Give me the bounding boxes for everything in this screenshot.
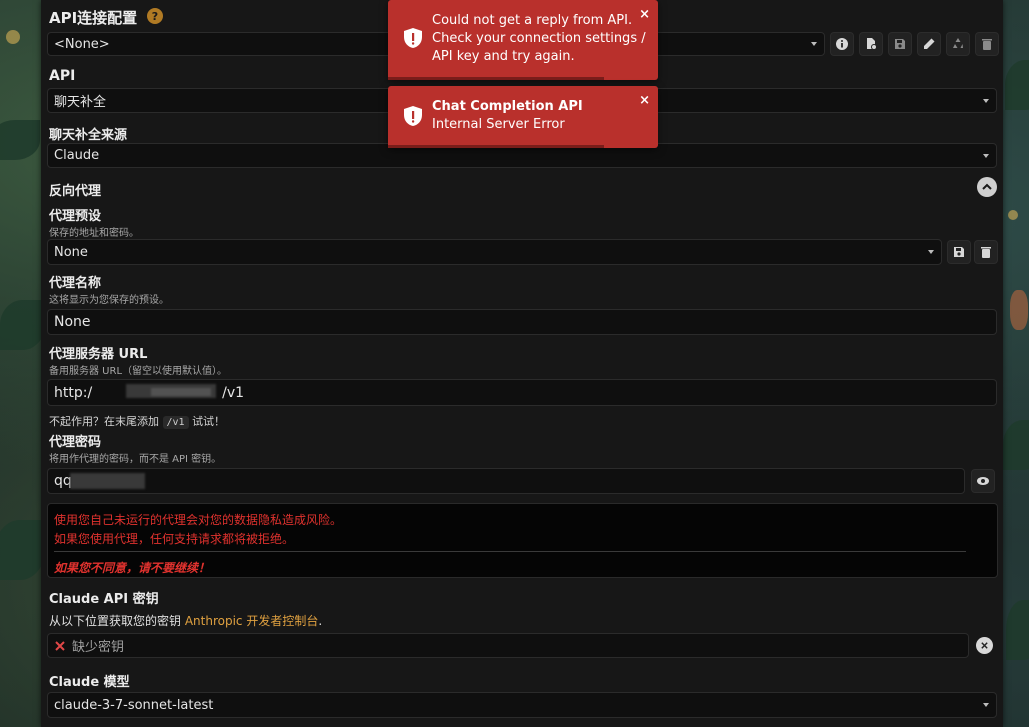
info-button[interactable] <box>830 32 854 56</box>
warning-line-3: 如果您不同意，请不要继续！ <box>54 561 211 575</box>
proxy-save-button[interactable] <box>947 240 971 264</box>
error-toast[interactable]: Could not get a reply from API. Check yo… <box>388 0 658 80</box>
toggle-visibility-button[interactable] <box>971 469 995 493</box>
reverse-proxy-label: 反向代理 <box>49 184 102 199</box>
proxy-url-value-end: /v1 <box>222 384 245 401</box>
pencil-icon <box>924 38 935 49</box>
clear-key-button[interactable] <box>976 637 993 654</box>
recycle-button[interactable] <box>946 32 970 56</box>
proxy-preset-hint: 保存的地址和密码。 <box>49 228 139 239</box>
warning-line-1: 使用您自己未运行的代理会对您的数据隐私造成风险。 <box>54 513 343 527</box>
edit-button[interactable] <box>917 32 941 56</box>
proxy-password-label: 代理密码 <box>49 435 102 450</box>
proxy-name-label: 代理名称 <box>49 276 102 291</box>
chevron-down-icon <box>983 703 989 707</box>
proxy-password-hint: 将用作代理的密码，而不是 API 密钥。 <box>49 454 222 465</box>
api-label: API <box>49 68 76 84</box>
claude-key-label: Claude API 密钥 <box>49 592 159 607</box>
save-icon <box>895 39 905 49</box>
claude-model-label: Claude 模型 <box>49 675 130 690</box>
proxy-url-value-start: http:/ <box>54 384 93 401</box>
toast-title: Chat Completion API <box>432 99 583 114</box>
proxy-name-input[interactable]: None <box>47 309 997 335</box>
proxy-name-hint: 这将显示为您保存的预设。 <box>49 295 169 306</box>
anthropic-console-link[interactable]: Anthropic 开发者控制台 <box>185 614 319 628</box>
source-label: 聊天补全来源 <box>49 128 128 143</box>
api-value: 聊天补全 <box>54 95 107 110</box>
chevron-up-icon <box>982 183 992 190</box>
proxy-preset-value: None <box>54 244 88 260</box>
proxy-delete-button[interactable] <box>974 240 998 264</box>
toast-line-1: Could not get a reply from API. <box>432 13 633 28</box>
claude-model-value: claude-3-7-sonnet-latest <box>54 697 214 713</box>
toast-body: Internal Server Error <box>432 117 565 132</box>
proxy-preset-select[interactable]: None <box>47 239 942 265</box>
proxy-password-input[interactable]: qq <box>47 468 965 494</box>
toast-line-2: Check your connection settings / <box>432 31 646 46</box>
proxy-name-value: None <box>54 314 91 330</box>
missing-key-text: 缺少密钥 <box>72 640 125 655</box>
api-connection-title: API连接配置 <box>49 9 138 27</box>
tip-after: 试试！ <box>192 415 226 428</box>
x-mark-icon <box>55 640 65 651</box>
claude-key-description: 从以下位置获取您的密钥 Anthropic 开发者控制台. <box>49 612 322 629</box>
toast-line-3: API key and try again. <box>432 49 575 64</box>
shield-icon <box>404 106 422 126</box>
delete-button[interactable] <box>975 32 999 56</box>
toast-progress-bar <box>388 77 604 80</box>
info-icon <box>836 38 848 50</box>
import-button[interactable] <box>859 32 883 56</box>
claude-model-select[interactable]: claude-3-7-sonnet-latest <box>47 692 997 718</box>
desc-before: 从以下位置获取您的密钥 <box>49 614 182 628</box>
proxy-url-tip: 不起作用？在末尾添加 /v1 试试！ <box>49 413 225 429</box>
chevron-down-icon <box>983 98 989 103</box>
toast-close-button[interactable]: × <box>639 94 650 107</box>
collapse-button[interactable] <box>977 177 997 197</box>
recycle-icon <box>953 38 963 48</box>
redaction-blur <box>70 473 145 489</box>
trash-icon <box>982 39 992 50</box>
chevron-down-icon <box>928 250 934 254</box>
shield-icon <box>404 28 422 48</box>
claude-key-input[interactable]: 缺少密钥 <box>47 633 969 658</box>
file-import-icon <box>867 38 877 50</box>
tip-before: 不起作用？在末尾添加 <box>49 415 159 428</box>
toast-progress-bar <box>388 145 604 148</box>
eye-icon <box>977 477 989 485</box>
proxy-url-hint: 备用服务器 URL（留空以使用默认值）。 <box>49 366 228 377</box>
help-icon[interactable]: ? <box>147 8 163 24</box>
save-icon <box>954 247 964 257</box>
proxy-url-label: 代理服务器 URL <box>49 347 148 362</box>
tip-code: /v1 <box>162 416 189 429</box>
warning-line-2: 如果您使用代理，任何支持请求都将被拒绝。 <box>54 532 295 546</box>
toast-close-button[interactable]: × <box>639 8 650 21</box>
chevron-down-icon <box>983 153 989 158</box>
source-value: Claude <box>54 148 100 163</box>
chevron-down-icon <box>811 42 817 46</box>
save-button[interactable] <box>888 32 912 56</box>
divider <box>54 551 966 552</box>
desc-after: . <box>318 614 323 628</box>
proxy-warning-box: 使用您自己未运行的代理会对您的数据隐私造成风险。 如果您使用代理，任何支持请求都… <box>47 503 998 578</box>
redaction-blur <box>151 388 211 396</box>
trash-icon <box>981 247 991 258</box>
error-toast[interactable]: Chat Completion API Internal Server Erro… <box>388 86 658 148</box>
close-icon <box>981 642 988 649</box>
api-connection-value: <None> <box>54 36 110 52</box>
proxy-preset-label: 代理预设 <box>49 209 102 224</box>
